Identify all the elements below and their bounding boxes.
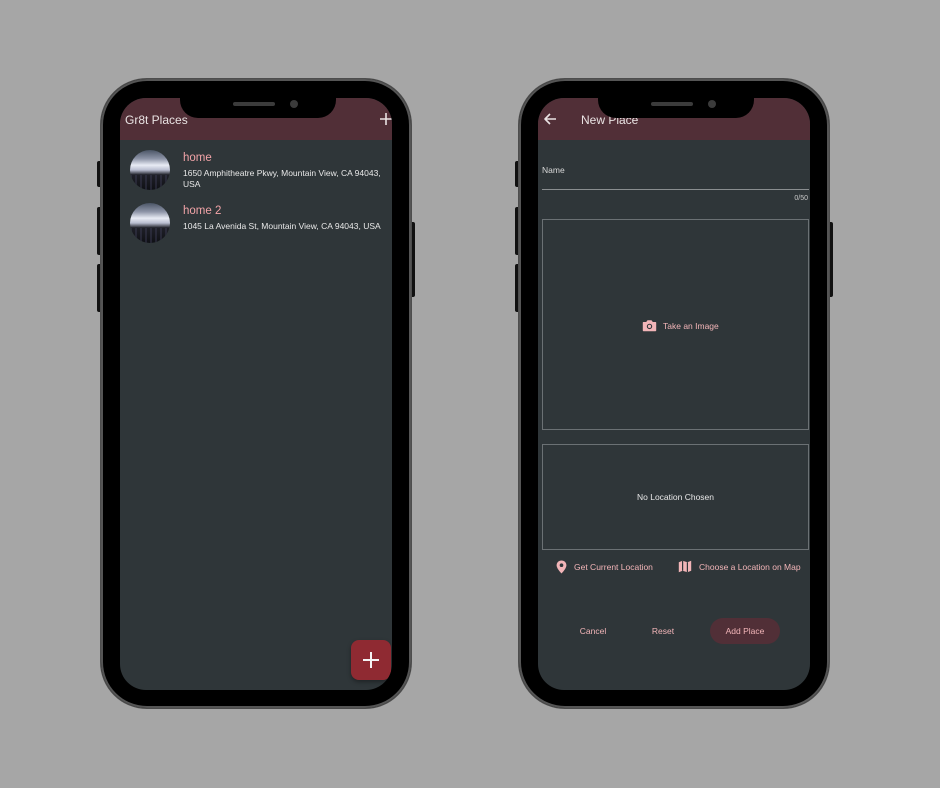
back-button[interactable] — [540, 109, 560, 129]
plus-icon — [363, 652, 379, 668]
take-image-label: Take an Image — [663, 320, 719, 331]
character-counter: 0/50 — [794, 195, 808, 202]
phone-frame-left: Gr8t Places home 1650 Amphitheatre Pkwy,… — [97, 79, 415, 708]
phone-frame-right: New Place Name 0/50 Take an Image No Loc… — [515, 79, 833, 708]
plus-icon — [380, 113, 392, 125]
place-title: home — [183, 152, 212, 164]
place-address: 1045 La Avenida St, Mountain View, CA 94… — [183, 221, 381, 231]
image-preview-box: Take an Image — [542, 219, 809, 430]
location-pin-icon — [556, 560, 567, 574]
arrow-left-icon — [544, 113, 556, 125]
notch — [180, 98, 336, 118]
choose-location-on-map-button[interactable]: Choose a Location on Map — [678, 560, 801, 573]
place-title: home 2 — [183, 205, 222, 217]
new-place-screen: New Place Name 0/50 Take an Image No Loc… — [538, 98, 810, 690]
map-icon — [678, 560, 692, 573]
name-input[interactable] — [542, 174, 809, 188]
get-current-location-button[interactable]: Get Current Location — [556, 560, 653, 574]
add-place-button[interactable]: Add Place — [710, 618, 780, 644]
location-preview-box: No Location Chosen — [542, 444, 809, 550]
add-place-fab[interactable] — [351, 640, 391, 680]
add-place-button[interactable] — [376, 109, 392, 129]
places-list-screen: Gr8t Places home 1650 Amphitheatre Pkwy,… — [120, 98, 392, 690]
speaker — [233, 102, 275, 106]
get-current-location-label: Get Current Location — [574, 562, 653, 572]
camera-icon — [642, 320, 657, 332]
take-image-button[interactable]: Take an Image — [642, 319, 719, 332]
front-camera — [290, 100, 298, 108]
place-thumbnail — [130, 150, 170, 190]
cancel-button[interactable]: Cancel — [576, 618, 610, 644]
location-status-text: No Location Chosen — [636, 492, 715, 502]
name-field-underline — [542, 189, 809, 190]
place-list-item[interactable]: home 1650 Amphitheatre Pkwy, Mountain Vi… — [130, 150, 385, 194]
app-title: Gr8t Places — [125, 113, 188, 127]
front-camera — [708, 100, 716, 108]
place-address: 1650 Amphitheatre Pkwy, Mountain View, C… — [183, 168, 381, 189]
place-thumbnail — [130, 203, 170, 243]
notch — [598, 98, 754, 118]
choose-location-on-map-label: Choose a Location on Map — [699, 561, 801, 572]
reset-button[interactable]: Reset — [646, 618, 680, 644]
place-list-item[interactable]: home 2 1045 La Avenida St, Mountain View… — [130, 203, 385, 247]
speaker — [651, 102, 693, 106]
